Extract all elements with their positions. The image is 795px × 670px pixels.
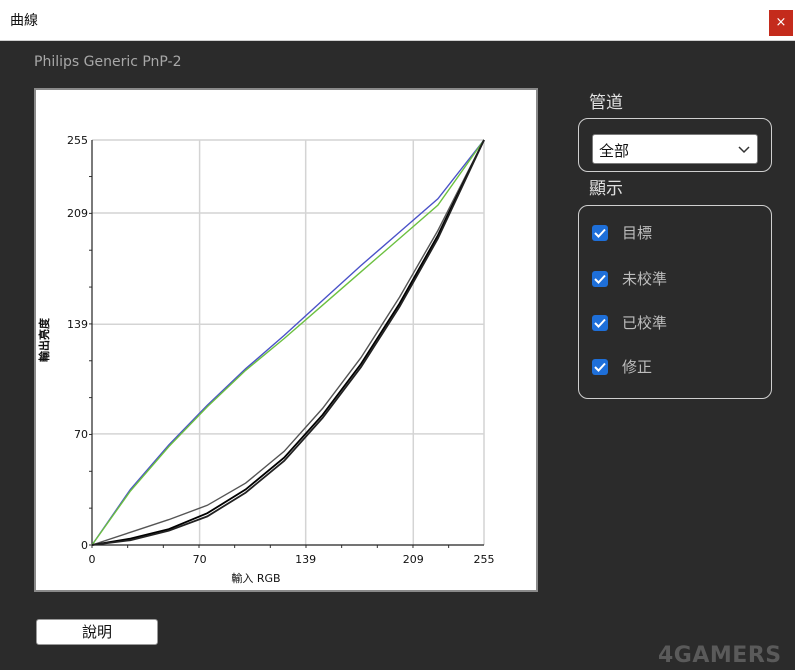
series-line-3 xyxy=(91,139,485,546)
x-tick-label: 209 xyxy=(403,553,424,566)
x-tick-label: 255 xyxy=(474,553,495,566)
check-icon[interactable] xyxy=(592,359,608,375)
series-line-5 xyxy=(91,139,485,546)
check-icon[interactable] xyxy=(592,271,608,287)
chevron-down-icon xyxy=(737,141,751,155)
device-name: Philips Generic PnP-2 xyxy=(34,54,182,70)
x-tick-label: 0 xyxy=(89,553,96,566)
y-tick-label: 209 xyxy=(67,207,88,220)
display-heading: 顯示 xyxy=(589,179,623,199)
close-button[interactable]: × xyxy=(769,10,793,36)
x-tick-label: 70 xyxy=(193,553,207,566)
series-line-1 xyxy=(91,139,485,546)
checkbox-label: 未校準 xyxy=(622,270,668,288)
check-icon[interactable] xyxy=(592,315,608,331)
y-axis-label: 輸出亮度 xyxy=(37,317,51,362)
checkbox-correction[interactable]: 修正 xyxy=(592,356,752,378)
curve-chart: 0 70 139 209 255 0 70 139 209 255 輸入 RGB 輸出亮度 xyxy=(34,88,538,592)
checkbox-label: 目標 xyxy=(622,224,653,242)
checkbox-label: 修正 xyxy=(622,358,653,376)
y-tick-label: 255 xyxy=(67,134,88,147)
y-tick-label: 139 xyxy=(67,318,88,331)
title-bar: 曲線 × xyxy=(0,0,795,41)
checkbox-calibrated[interactable]: 已校準 xyxy=(592,312,752,334)
channel-select[interactable]: 全部 xyxy=(592,134,758,164)
series-line-2 xyxy=(91,139,485,546)
check-icon[interactable] xyxy=(592,225,608,241)
x-tick-label: 139 xyxy=(295,553,316,566)
curve-chart-svg: 0 70 139 209 255 0 70 139 209 255 輸入 RGB 輸出亮度 xyxy=(37,134,495,585)
checkbox-target[interactable]: 目標 xyxy=(592,222,752,244)
y-tick-label: 70 xyxy=(74,428,88,441)
checkbox-uncalibrated[interactable]: 未校準 xyxy=(592,268,752,290)
y-tick-label: 0 xyxy=(81,539,88,552)
help-button[interactable]: 說明 xyxy=(36,619,158,645)
watermark: 4GAMERS xyxy=(658,643,782,668)
checkbox-label: 已校準 xyxy=(622,314,668,332)
window-title: 曲線 xyxy=(10,13,38,29)
channel-select-value: 全部 xyxy=(599,142,630,160)
x-axis-label: 輸入 RGB xyxy=(231,571,280,585)
series-line-4 xyxy=(91,139,485,546)
channel-heading: 管道 xyxy=(589,93,623,113)
